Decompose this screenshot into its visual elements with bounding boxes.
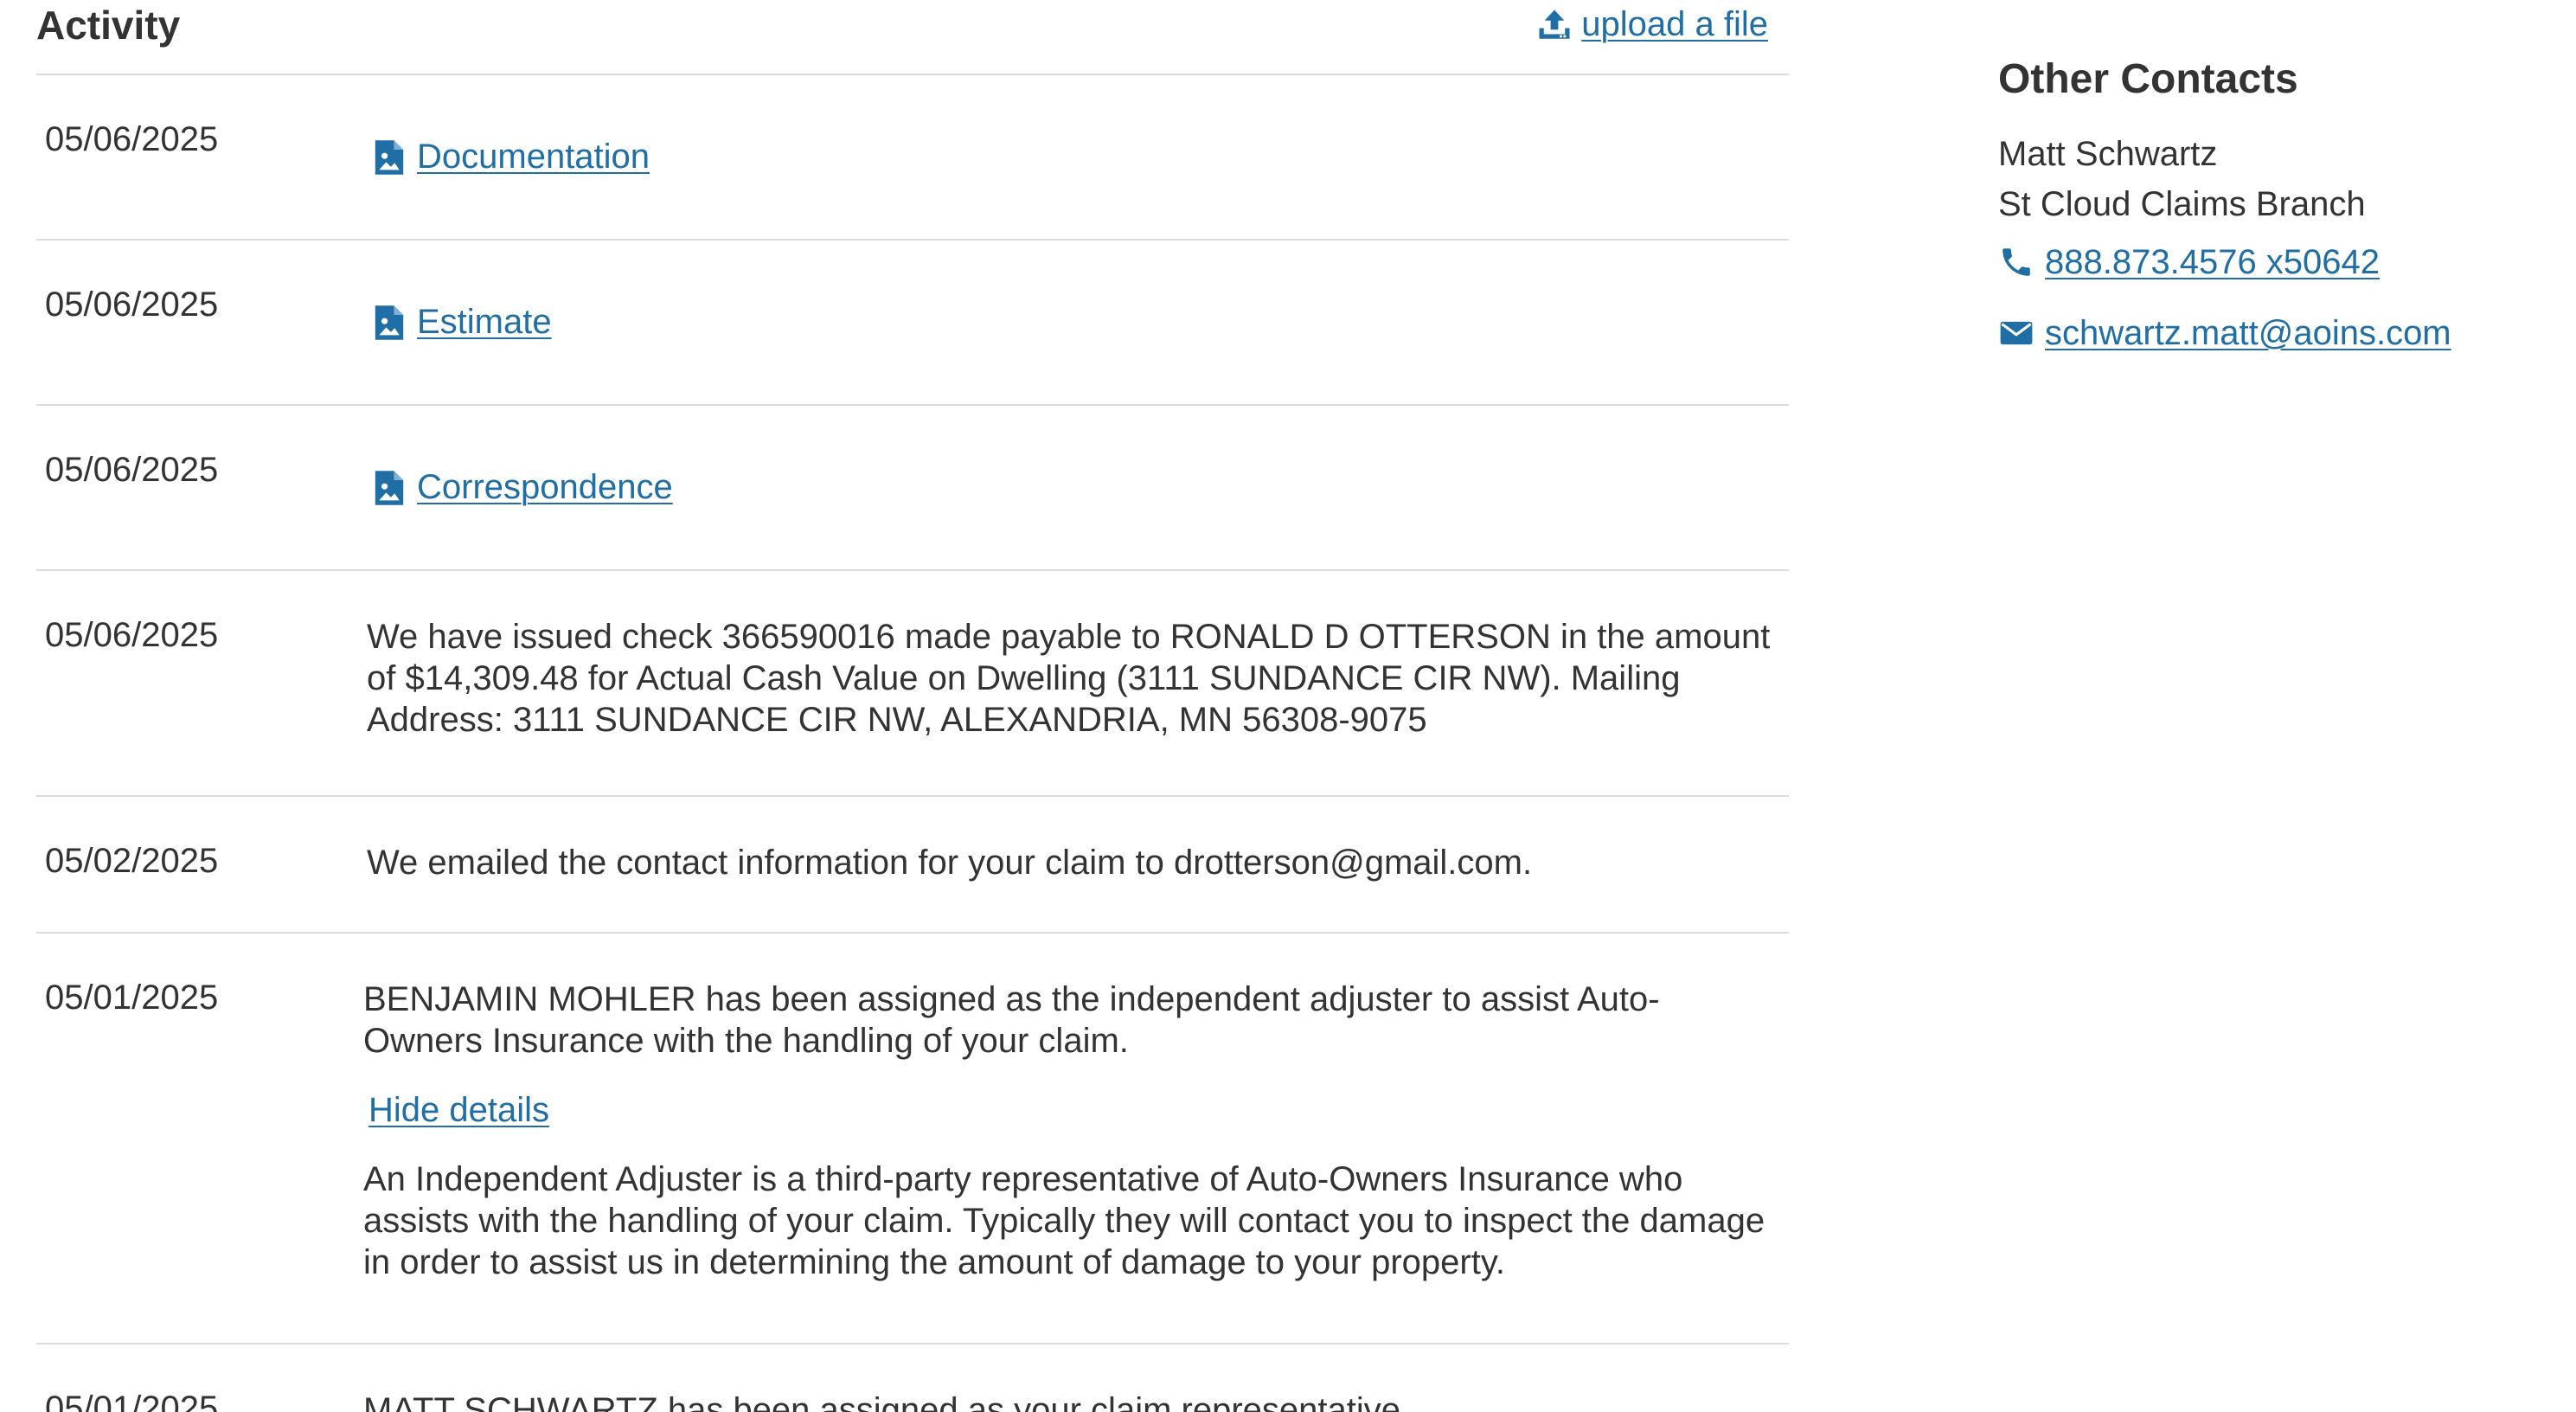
document-link-label[interactable]: Correspondence [417, 468, 673, 507]
activity-row: 05/01/2025 BENJAMIN MOHLER has been assi… [36, 934, 1789, 1345]
activity-text: BENJAMIN MOHLER has been assigned as the… [363, 980, 1660, 1060]
activity-date: 05/01/2025 [45, 1390, 219, 1412]
page: Activity upload a file 05/06/2025 Docume… [0, 0, 2576, 1412]
activity-text: MATT SCHWARTZ has been assigned as your … [363, 1391, 1411, 1412]
activity-date: 05/06/2025 [45, 451, 219, 489]
contact-name: Matt Schwartz [1998, 135, 2218, 173]
activity-section: Activity upload a file 05/06/2025 Docume… [36, 0, 1789, 1412]
document-link-correspondence[interactable]: Correspondence [374, 468, 673, 507]
activity-date: 05/01/2025 [45, 979, 219, 1017]
activity-date: 05/06/2025 [45, 616, 219, 654]
activity-details-toggle-wrap: Hide details [368, 1089, 1777, 1131]
activity-header: Activity upload a file [36, 0, 1789, 75]
activity-row: 05/06/2025 We have issued check 36659001… [36, 571, 1789, 797]
contact-email[interactable]: schwartz.matt@aoins.com [1998, 307, 2552, 359]
activity-date: 05/06/2025 [45, 120, 219, 158]
contact-phone[interactable]: 888.873.4576 x50642 [1998, 236, 2552, 288]
activity-row: 05/06/2025 Documentation [36, 75, 1789, 241]
contact-email-link[interactable]: schwartz.matt@aoins.com [2045, 314, 2451, 353]
activity-text: We have issued check 366590016 made paya… [367, 618, 1771, 739]
document-link-estimate[interactable]: Estimate [374, 303, 552, 342]
upload-file-link[interactable]: upload a file [1581, 5, 1768, 44]
other-contacts-title: Other Contacts [1998, 56, 2298, 102]
activity-date: 05/06/2025 [45, 286, 219, 324]
document-image-icon [375, 470, 404, 505]
activity-date: 05/02/2025 [45, 842, 219, 880]
activity-row: 05/01/2025 MATT SCHWARTZ has been assign… [36, 1345, 1789, 1412]
document-link-label[interactable]: Estimate [417, 303, 552, 342]
activity-title: Activity [36, 3, 181, 48]
document-image-icon [375, 139, 404, 175]
upload-icon [1539, 10, 1570, 39]
activity-text: We emailed the contact information for y… [367, 844, 1533, 882]
document-image-icon [375, 305, 404, 340]
phone-icon [2002, 248, 2030, 276]
envelope-icon [2000, 321, 2033, 345]
other-contacts-panel: Other Contacts Matt Schwartz St Cloud Cl… [1998, 55, 2552, 359]
activity-details-text: An Independent Adjuster is a third-party… [363, 1160, 1765, 1281]
hide-details-link[interactable]: Hide details [368, 1089, 549, 1131]
upload-file-button[interactable]: upload a file [1536, 5, 1768, 44]
document-link-documentation[interactable]: Documentation [374, 138, 650, 176]
document-link-label[interactable]: Documentation [417, 138, 650, 176]
activity-row: 05/06/2025 Correspondence [36, 406, 1789, 571]
activity-row: 05/06/2025 Estimate [36, 241, 1789, 406]
activity-row: 05/02/2025 We emailed the contact inform… [36, 797, 1789, 934]
contact-branch: St Cloud Claims Branch [1998, 185, 2366, 223]
contact-phone-link[interactable]: 888.873.4576 x50642 [2045, 243, 2380, 282]
